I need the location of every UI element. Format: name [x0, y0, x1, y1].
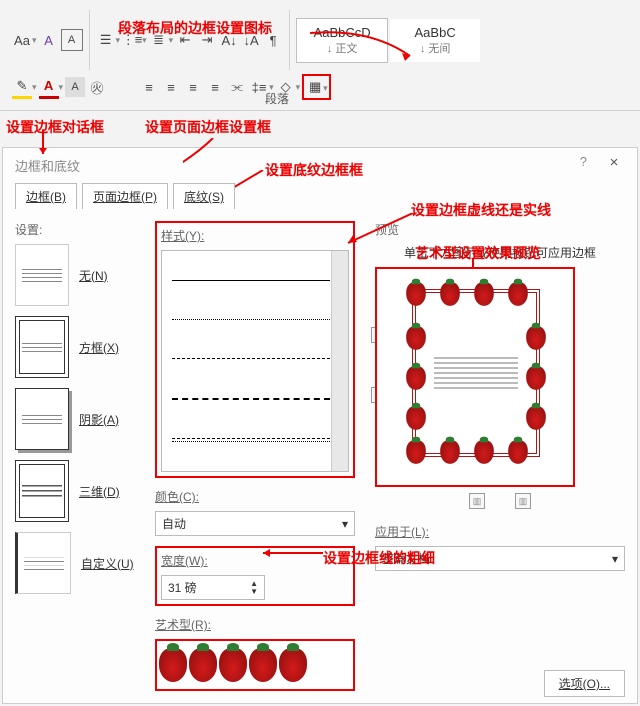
preview-label: 预览 — [375, 221, 625, 238]
preset-shadow[interactable]: 阴影(A) — [15, 388, 155, 450]
style-nospace-sample: AaBbC — [400, 25, 470, 40]
align-right-btn[interactable]: ≡ — [183, 77, 203, 97]
annotation-dialog: 设置边框对话框 — [6, 117, 104, 137]
annotation-dashed: 设置边框虚线还是实线 — [411, 200, 551, 220]
style-body-label: ↓ 正文 — [307, 40, 377, 56]
annotation-artpreview: 艺术型设置效果预览 — [415, 243, 541, 263]
edge-left-btn[interactable]: ▥ — [469, 493, 485, 509]
scroll-down-icon[interactable]: ▼ — [336, 458, 346, 469]
annotation-shading: 设置底纹边框框 — [265, 160, 363, 180]
art-dropdown[interactable] — [155, 639, 355, 691]
ruby-btn[interactable]: A — [39, 30, 59, 50]
width-label: 宽度(W): — [161, 552, 349, 569]
dialog-help[interactable]: ? — [580, 154, 587, 169]
enclose-btn[interactable]: ㊋ — [87, 77, 107, 97]
options-button[interactable]: 选项(O)... — [544, 670, 625, 697]
borders-dialog: 边框和底纹 ? × 设置底纹边框框 设置边框虚线还是实线 艺术型设置效果预览 设… — [2, 147, 638, 704]
strawberry-icon — [159, 648, 187, 682]
spin-down-icon[interactable]: ▼ — [250, 588, 258, 596]
ribbon: Aa▾ A A ☰▾ ⋮≡▾ ≣▾ ⇤ ⇥ A↓ ↓A ¶ AaBbCcD ↓ … — [0, 0, 640, 111]
annotation-border-icon: 段落布局的边框设置图标 — [118, 18, 272, 38]
style-label: 样式(Y): — [161, 227, 349, 244]
align-center-btn[interactable]: ≡ — [161, 77, 181, 97]
font-color-btn[interactable]: A — [39, 76, 59, 99]
color-label: 颜色(C): — [155, 488, 355, 505]
borders-button-highlight: ▦▾ — [302, 74, 331, 100]
edge-right-btn[interactable]: ▥ — [515, 493, 531, 509]
preset-3d[interactable]: 三维(D) — [15, 460, 155, 522]
char-shading-btn[interactable]: A — [65, 77, 85, 97]
setting-label: 设置: — [15, 221, 155, 238]
preview-doc[interactable] — [412, 289, 540, 457]
apply-label: 应用于(L): — [375, 523, 625, 540]
chevron-down-icon: ▾ — [342, 517, 348, 531]
scroll-up-icon[interactable]: ▲ — [336, 253, 346, 264]
annotation-width: 设置边框线的粗细 — [323, 548, 435, 568]
strawberry-icon — [219, 648, 247, 682]
bullets-btn[interactable]: ☰ — [96, 30, 116, 50]
distribute-btn[interactable]: ⫘ — [227, 77, 247, 97]
align-left-btn[interactable]: ≡ — [139, 77, 159, 97]
group-label-paragraph: 段落 — [265, 90, 289, 107]
preset-none[interactable]: 无(N) — [15, 244, 155, 306]
dialog-close[interactable]: × — [601, 154, 627, 171]
preview-frame — [375, 267, 575, 487]
justify-btn[interactable]: ≡ — [205, 77, 225, 97]
style-nospace[interactable]: AaBbC ↓ 无间 — [390, 19, 480, 62]
char-border-btn[interactable]: A — [61, 29, 83, 51]
preset-custom[interactable]: 自定义(U) — [15, 532, 155, 594]
style-body-sample: AaBbCcD — [307, 25, 377, 40]
width-input[interactable]: 31 磅 ▲▼ — [161, 575, 265, 600]
tab-border[interactable]: 边框(B) — [15, 183, 77, 209]
style-body[interactable]: AaBbCcD ↓ 正文 — [296, 18, 388, 63]
style-list[interactable]: ▲ ▼ — [161, 250, 349, 472]
highlight-btn[interactable]: ✎ — [12, 76, 32, 99]
style-nospace-label: ↓ 无间 — [400, 40, 470, 56]
strawberry-icon — [189, 648, 217, 682]
tab-shading[interactable]: 底纹(S) — [173, 183, 235, 209]
strawberry-icon — [249, 648, 277, 682]
art-label: 艺术型(R): — [155, 616, 355, 633]
preset-box[interactable]: 方框(X) — [15, 316, 155, 378]
chevron-down-icon: ▾ — [612, 552, 618, 566]
font-case-btn[interactable]: Aa — [12, 30, 32, 50]
color-dropdown[interactable]: 自动▾ — [155, 511, 355, 536]
tab-page-border[interactable]: 页面边框(P) — [82, 183, 168, 209]
strawberry-icon — [279, 648, 307, 682]
annotation-page-border: 设置页面边框设置框 — [145, 117, 271, 137]
